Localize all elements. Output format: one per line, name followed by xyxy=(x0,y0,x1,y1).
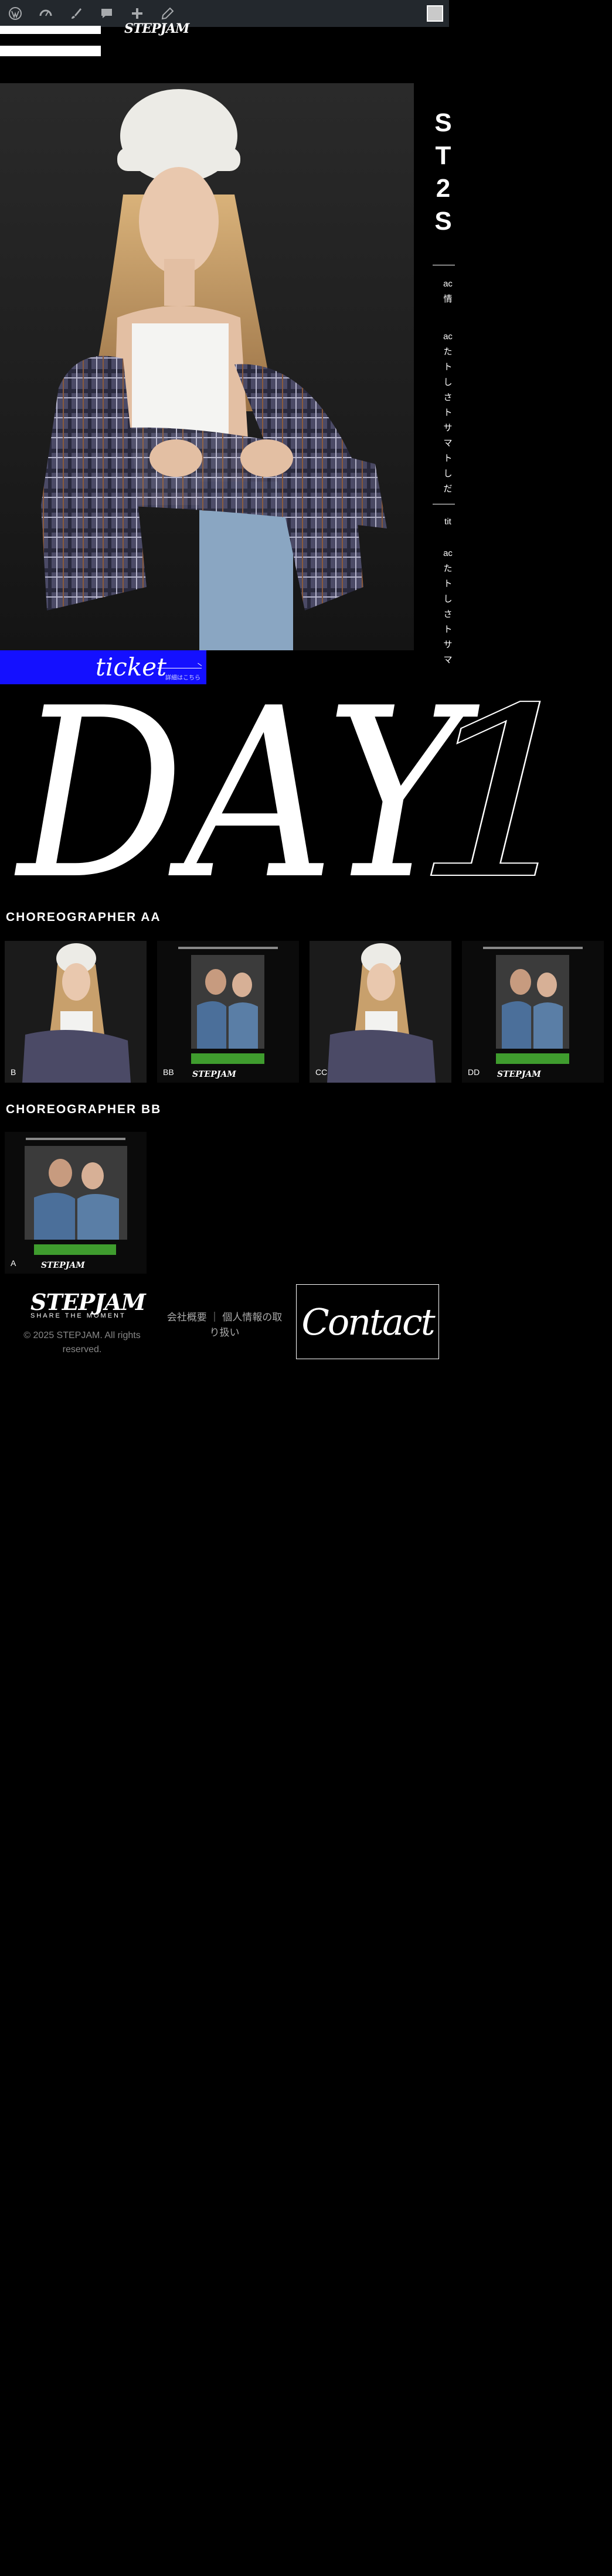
section-title: CHOREOGRAPHER BB xyxy=(6,1103,162,1116)
vertical-title-char: S xyxy=(434,207,452,236)
ticket-button[interactable]: ticket 詳細はこちら xyxy=(0,650,206,684)
menu-bar-bottom[interactable] xyxy=(0,46,101,56)
card-label: B xyxy=(11,1067,16,1077)
day-heading: DAY 1 xyxy=(0,658,612,932)
site-logo[interactable]: STEPJAM xyxy=(124,21,189,36)
hero-side-text: S T 2 S ac 情 ac たトしさトサマトしだ tit ac たトしさトサ… xyxy=(415,83,455,680)
svg-text:STEPJAM: STEPJAM xyxy=(192,1070,236,1079)
section-title: CHOREOGRAPHER AA xyxy=(6,910,161,924)
card-label: DD xyxy=(468,1067,480,1077)
menu-bar-top[interactable] xyxy=(0,26,101,34)
card-label: BB xyxy=(163,1067,174,1077)
svg-text:STEPJAM: STEPJAM xyxy=(497,1070,541,1079)
customize-icon[interactable] xyxy=(61,0,91,27)
comments-icon[interactable] xyxy=(91,0,122,27)
footer-logo-sub: SHARE THE MOMENT xyxy=(30,1312,126,1319)
copyright: © 2025 STEPJAM. All rights reserved. xyxy=(23,1330,141,1354)
choreographer-card[interactable]: STEPJAM BB xyxy=(157,941,299,1083)
vertical-text: ac たトしさトサマ xyxy=(443,548,453,665)
footer-links[interactable]: 会社概要 ｜ 個人情報の取り扱い xyxy=(163,1310,286,1340)
vertical-text: ac たトしさトサマトしだ xyxy=(443,332,453,494)
svg-text:STEPJAM: STEPJAM xyxy=(41,1261,85,1270)
user-avatar[interactable] xyxy=(427,5,443,22)
footer-logo[interactable]: STEPJAM xyxy=(30,1289,146,1315)
vertical-text: tit xyxy=(444,517,451,527)
card-label: CC xyxy=(315,1067,328,1077)
vertical-title: S T 2 S xyxy=(431,107,455,238)
vertical-title-char: T xyxy=(435,141,451,170)
ticket-label: ticket xyxy=(96,653,167,681)
choreographer-card[interactable]: STEPJAM A xyxy=(5,1132,147,1274)
choreographer-card[interactable]: B xyxy=(5,941,147,1083)
vertical-title-char: 2 xyxy=(436,174,451,203)
choreographer-card[interactable]: STEPJAM DD xyxy=(462,941,604,1083)
choreographer-card[interactable]: CC xyxy=(310,941,451,1083)
ticket-sub: 詳細はこちら xyxy=(165,675,200,681)
day-number: 1 xyxy=(410,689,598,882)
card-label: A xyxy=(11,1258,16,1268)
hero-photo xyxy=(0,83,414,650)
admin-bar xyxy=(0,0,449,27)
contact-button[interactable]: Contact xyxy=(296,1284,439,1359)
vertical-text: ac 情 xyxy=(443,279,453,304)
wordpress-icon[interactable] xyxy=(0,0,30,27)
vertical-title-char: S xyxy=(434,108,452,137)
dashboard-icon[interactable] xyxy=(30,0,61,27)
